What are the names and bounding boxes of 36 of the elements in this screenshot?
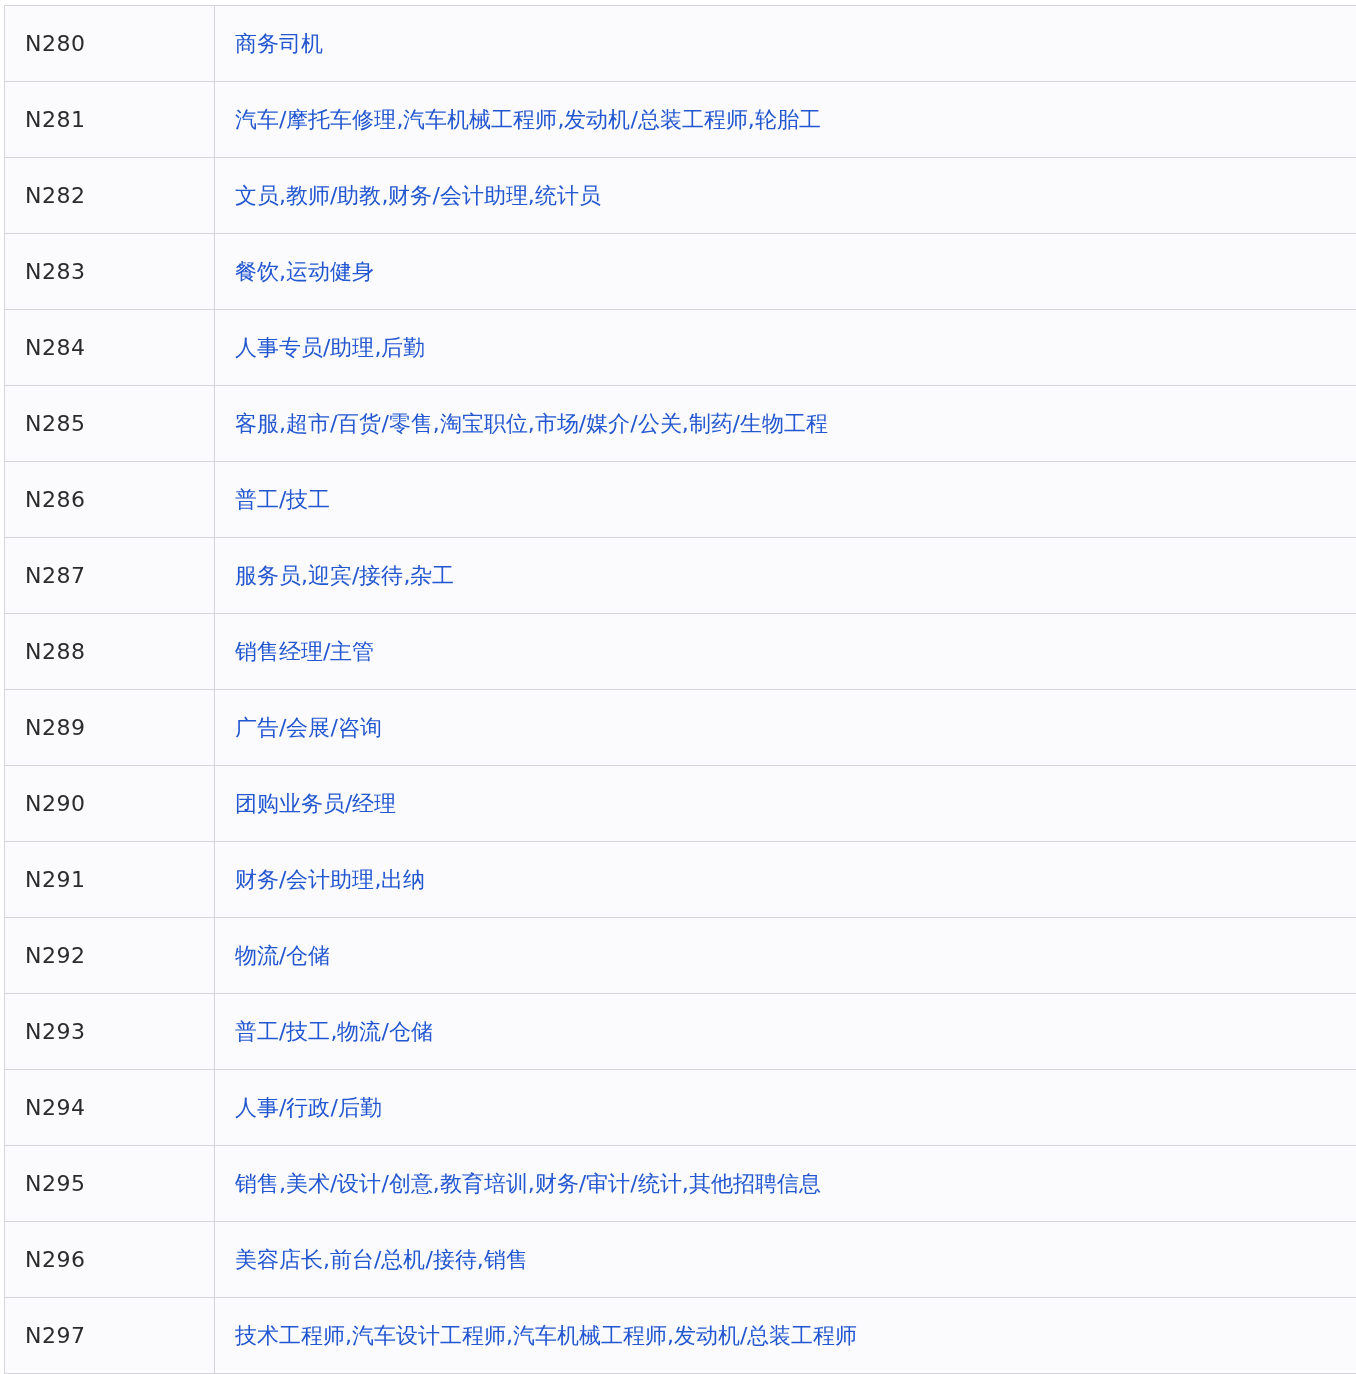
code-cell: N294 [25, 1095, 86, 1120]
code-cell: N284 [25, 335, 86, 360]
job-link[interactable]: 普工/技工,物流/仓储 [235, 1016, 433, 1047]
job-link[interactable]: 技术工程师,汽车设计工程师,汽车机械工程师,发动机/总装工程师 [235, 1320, 858, 1351]
code-cell: N283 [25, 259, 86, 284]
code-cell: N295 [25, 1171, 86, 1196]
job-link[interactable]: 财务/会计助理,出纳 [235, 864, 426, 895]
job-link[interactable]: 普工/技工 [235, 484, 331, 515]
job-link[interactable]: 销售,美术/设计/创意,教育培训,财务/审计/统计,其他招聘信息 [235, 1168, 821, 1199]
code-cell: N291 [25, 867, 86, 892]
job-link[interactable]: 商务司机 [235, 28, 323, 59]
code-cell: N292 [25, 943, 86, 968]
code-cell: N280 [25, 31, 86, 56]
code-cell: N288 [25, 639, 86, 664]
job-link[interactable]: 广告/会展/咨询 [235, 712, 382, 743]
code-cell: N289 [25, 715, 86, 740]
job-link[interactable]: 服务员,迎宾/接待,杂工 [235, 560, 455, 591]
job-link[interactable]: 销售经理/主管 [235, 636, 375, 667]
job-link[interactable]: 美容店长,前台/总机/接待,销售 [235, 1244, 528, 1275]
job-link[interactable]: 客服,超市/百货/零售,淘宝职位,市场/媒介/公关,制药/生物工程 [235, 408, 829, 439]
job-link[interactable]: 人事/行政/后勤 [235, 1092, 382, 1123]
job-link[interactable]: 汽车/摩托车修理,汽车机械工程师,发动机/总装工程师,轮胎工 [235, 104, 821, 135]
job-link[interactable]: 文员,教师/助教,财务/会计助理,统计员 [235, 180, 601, 211]
code-cell: N285 [25, 411, 86, 436]
code-cell: N287 [25, 563, 86, 588]
code-cell: N297 [25, 1323, 86, 1348]
code-cell: N293 [25, 1019, 86, 1044]
job-link[interactable]: 餐饮,运动健身 [235, 256, 374, 287]
job-link[interactable]: 人事专员/助理,后勤 [235, 332, 426, 363]
code-cell: N286 [25, 487, 86, 512]
code-cell: N282 [25, 183, 86, 208]
job-link[interactable]: 物流/仓储 [235, 940, 331, 971]
code-cell: N296 [25, 1247, 86, 1272]
code-cell: N281 [25, 107, 86, 132]
job-link[interactable]: 团购业务员/经理 [235, 788, 397, 819]
code-cell: N290 [25, 791, 86, 816]
